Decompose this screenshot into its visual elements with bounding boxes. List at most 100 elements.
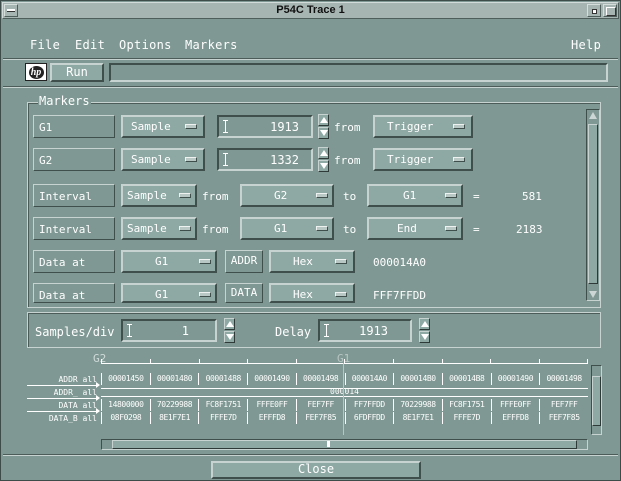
dropdown-indicator-icon xyxy=(453,124,465,129)
marker-g2-label[interactable]: G2 xyxy=(33,148,115,171)
interval-1-mode-dropdown[interactable]: Sample xyxy=(121,184,197,207)
data-at-1-field-button[interactable]: ADDR xyxy=(225,250,263,273)
data-at-1-label[interactable]: Data at xyxy=(33,250,115,273)
delay-field[interactable]: 1913 xyxy=(318,319,412,342)
markers-scrollbar[interactable] xyxy=(586,109,600,301)
marker-g2-value-field[interactable]: 1332 xyxy=(217,148,313,171)
menu-options[interactable]: Options xyxy=(119,38,172,52)
data-at-2-base-dropdown[interactable]: Hex xyxy=(269,283,355,303)
scroll-thumb[interactable] xyxy=(588,124,598,284)
wave-cell: 00001450 xyxy=(101,373,150,385)
delay-spinner[interactable] xyxy=(419,318,430,343)
data-at-1-marker-dropdown[interactable]: G1 xyxy=(121,250,217,273)
run-button[interactable]: Run xyxy=(50,63,104,82)
interval-2-start-dropdown[interactable]: G1 xyxy=(240,217,334,240)
data-at-2-field-button[interactable]: DATA xyxy=(225,283,263,303)
field-value: 1332 xyxy=(270,153,299,167)
data-at-1-base-dropdown[interactable]: Hex xyxy=(269,250,355,273)
wave-cells: 14800000 70229988 FC8F1751 FFFE0FF FEF7FF FF7… xyxy=(101,399,588,411)
arrow-up-icon[interactable] xyxy=(318,114,329,126)
waveform-vertical-scrollbar[interactable] xyxy=(591,365,602,435)
wave-label-data-b[interactable]: DATA_B all xyxy=(31,414,97,423)
wave-cell: FEF7F85 xyxy=(539,412,588,424)
wave-cell: FF7FFDD xyxy=(344,399,394,411)
dropdown-value: Trigger xyxy=(387,120,434,133)
wave-row-data[interactable]: 14800000 70229988 FC8F1751 FFFE0FF FEF7FF FF7… xyxy=(101,399,588,411)
wave-cell: EFFFD8 xyxy=(490,412,540,424)
dropdown-value: End xyxy=(397,222,417,235)
waveform-horizontal-scrollbar[interactable] xyxy=(101,439,588,450)
menu-bar: File Edit Options Markers Help xyxy=(2,20,619,60)
scroll-thumb[interactable] xyxy=(592,376,601,426)
dropdown-value: Sample xyxy=(127,189,167,202)
arrow-up-icon[interactable] xyxy=(224,318,235,330)
arrow-down-icon[interactable] xyxy=(419,331,430,343)
menu-edit[interactable]: Edit xyxy=(75,38,105,52)
wave-cell: FFFE7D xyxy=(198,412,247,424)
wave-cell: 000014A0 xyxy=(344,373,394,385)
menu-markers[interactable]: Markers xyxy=(185,38,238,52)
dropdown-indicator-icon xyxy=(316,226,328,231)
samples-div-field[interactable]: 1 xyxy=(121,319,217,342)
minimize-button[interactable] xyxy=(587,4,601,17)
wave-cells: 00001450 00001480 00001488 00001490 00001498… xyxy=(101,373,588,385)
arrow-down-icon[interactable] xyxy=(318,127,329,139)
dropdown-indicator-icon xyxy=(445,193,457,198)
arrow-up-icon[interactable] xyxy=(419,318,430,330)
from-label: from xyxy=(202,190,229,203)
to-label: to xyxy=(343,223,357,236)
wave-label-data[interactable]: DATA all xyxy=(31,401,97,410)
interval-1-end-dropdown[interactable]: G1 xyxy=(367,184,463,207)
close-button[interactable]: Close xyxy=(211,461,421,479)
menu-help[interactable]: Help xyxy=(571,38,601,52)
wave-label-addr-underscore[interactable]: ADDR_ all xyxy=(31,388,97,397)
marker-g1-mode-dropdown[interactable]: Sample xyxy=(121,115,205,138)
to-label: to xyxy=(343,190,357,203)
data-at-2-marker-dropdown[interactable]: G1 xyxy=(121,283,217,303)
interval-2-end-dropdown[interactable]: End xyxy=(367,217,463,240)
wave-row-addr-underscore[interactable]: 000014 xyxy=(101,386,588,398)
marker-g2-spinner[interactable] xyxy=(318,147,329,172)
interval-2-mode-dropdown[interactable]: Sample xyxy=(121,217,197,240)
text-caret-icon xyxy=(127,324,132,337)
interval-1-start-dropdown[interactable]: G2 xyxy=(240,184,334,207)
equals-label: = xyxy=(473,190,480,203)
dropdown-value: G1 xyxy=(403,189,417,202)
interval-1-label[interactable]: Interval xyxy=(33,184,115,207)
dropdown-indicator-icon xyxy=(335,292,347,297)
trace-window: P54C Trace 1 File Edit Options Markers H… xyxy=(0,0,621,481)
marker-g1-spinner[interactable] xyxy=(318,114,329,139)
g1-cursor-line[interactable] xyxy=(343,363,344,435)
arrow-down-icon[interactable] xyxy=(224,331,235,343)
wave-cell: 00001480 xyxy=(149,373,199,385)
data-at-1-result: 000014A0 xyxy=(373,256,426,269)
wave-label-addr[interactable]: ADDR all xyxy=(31,375,97,384)
menu-file[interactable]: File xyxy=(30,38,60,52)
wave-row-data-b[interactable]: 08F0298 8E1F7E1 FFFE7D EFFFD8 FEF7F85 6FDFFDD… xyxy=(101,412,588,424)
marker-g2-ref-dropdown[interactable]: Trigger xyxy=(373,148,473,171)
arrow-down-icon[interactable] xyxy=(318,160,329,172)
from-label: from xyxy=(334,121,361,134)
wave-cell: FEF7FF xyxy=(539,399,588,411)
marker-g1-label[interactable]: G1 xyxy=(33,115,115,138)
marker-g2-mode-dropdown[interactable]: Sample xyxy=(121,148,205,171)
interval-2-label[interactable]: Interval xyxy=(33,217,115,240)
equals-label: = xyxy=(473,223,480,236)
dropdown-indicator-icon xyxy=(185,124,197,129)
maximize-button[interactable] xyxy=(603,4,617,17)
arrow-up-icon[interactable] xyxy=(318,147,329,159)
dropdown-value: Hex xyxy=(293,255,313,268)
time-ruler xyxy=(101,358,588,364)
wave-cell: 00001498 xyxy=(539,373,588,385)
wave-arrow-icon xyxy=(27,408,100,414)
samples-div-spinner[interactable] xyxy=(224,318,235,343)
footer-separator xyxy=(3,454,618,456)
marker-g1-ref-dropdown[interactable]: Trigger xyxy=(373,115,473,138)
markers-group-label: Markers xyxy=(38,94,91,108)
wave-row-addr[interactable]: 00001450 00001480 00001488 00001490 00001498… xyxy=(101,373,588,385)
scroll-thumb[interactable] xyxy=(112,440,577,449)
data-at-2-label[interactable]: Data at xyxy=(33,283,115,303)
dropdown-indicator-icon xyxy=(179,193,191,198)
marker-g1-value-field[interactable]: 1913 xyxy=(217,115,313,138)
wave-cell: EFFFD8 xyxy=(247,412,296,424)
